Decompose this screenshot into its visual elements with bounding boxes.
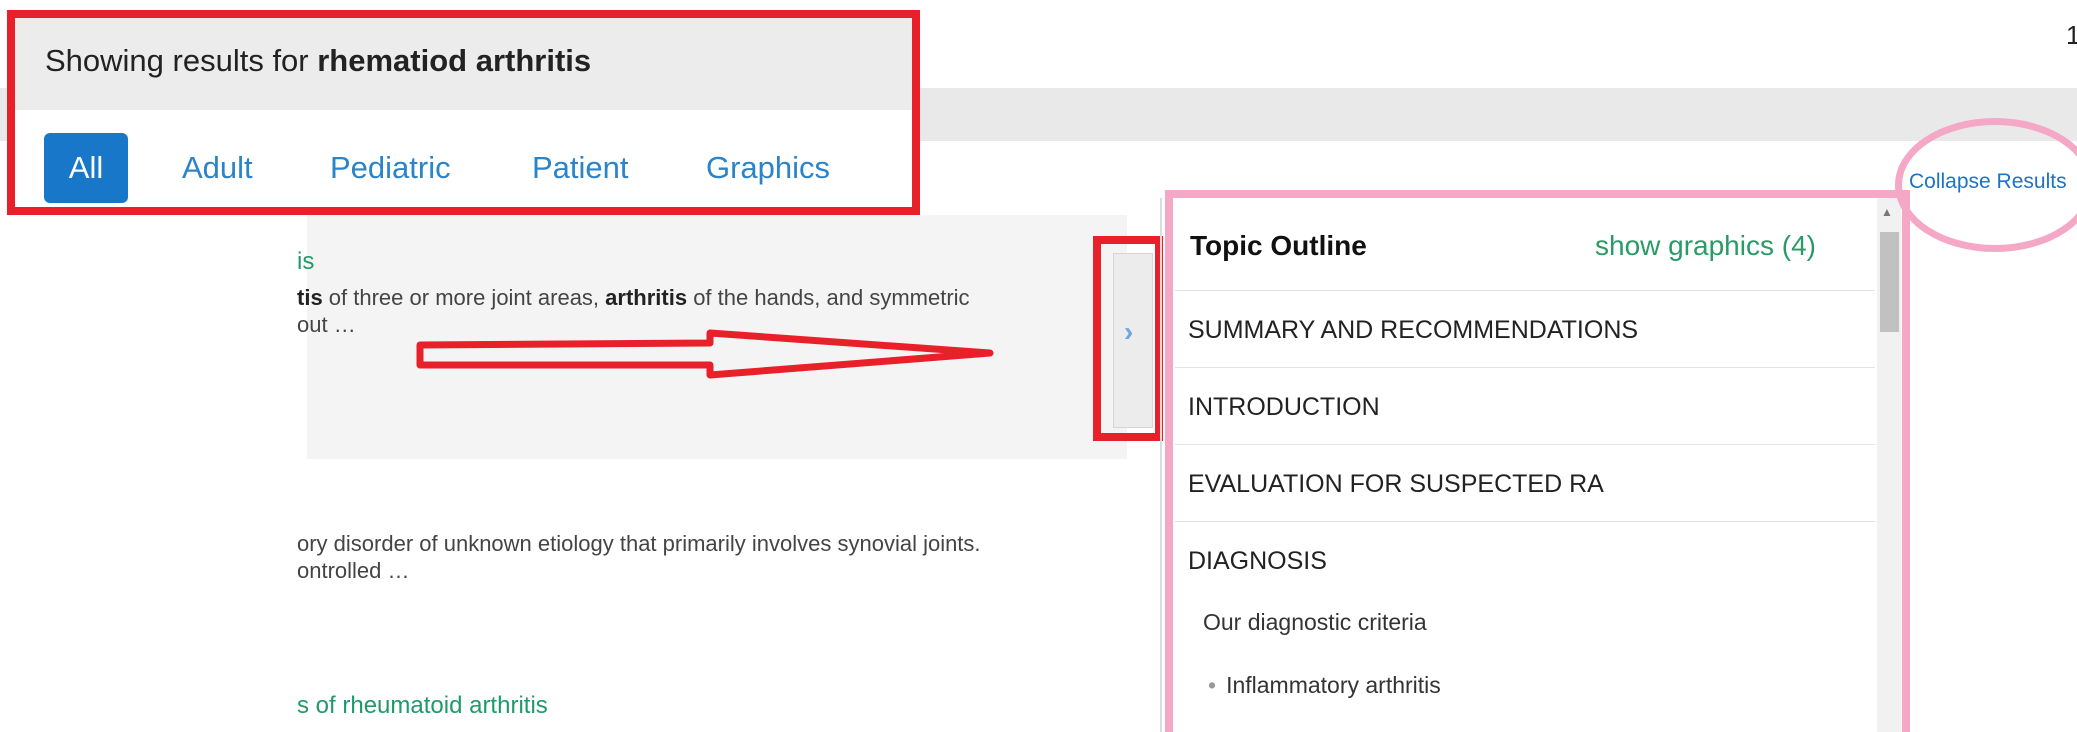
corner-mark: 1 (2066, 20, 2077, 50)
outline-item-summary[interactable]: SUMMARY AND RECOMMENDATIONS (1188, 316, 1638, 345)
outline-bullet-item[interactable]: • Inflammatory arthritis (1208, 672, 1441, 699)
tab-adult[interactable]: Adult (182, 133, 253, 203)
topic-outline-panel (1165, 190, 1910, 732)
tab-all[interactable]: All (44, 133, 128, 203)
outline-divider (1175, 367, 1875, 368)
result-snippet-line: ory disorder of unknown etiology that pr… (297, 531, 981, 556)
search-summary: Showing results for rhematiod arthritis (45, 43, 591, 79)
tab-pediatric[interactable]: Pediatric (330, 133, 451, 203)
outline-divider (1175, 444, 1875, 445)
outline-bullet-label: Inflammatory arthritis (1226, 672, 1441, 698)
outline-divider (1175, 521, 1875, 522)
scroll-up-arrow-icon[interactable]: ▲ (1881, 205, 1893, 219)
tab-patient[interactable]: Patient (532, 133, 629, 203)
search-results-header: Showing results for rhematiod arthritis … (7, 10, 920, 215)
result-snippet: tis of three or more joint areas, arthri… (297, 284, 970, 311)
outline-title: Topic Outline (1190, 230, 1367, 261)
snippet-bold: arthritis (605, 285, 688, 310)
snippet-bold: tis (297, 285, 323, 310)
result-snippet-line: ontrolled … (297, 558, 410, 583)
chevron-right-icon[interactable]: › (1124, 316, 1133, 348)
result-snippet-line: out … (297, 312, 356, 337)
scrollbar-thumb[interactable] (1880, 232, 1899, 332)
search-summary-bar: Showing results for rhematiod arthritis (15, 18, 912, 110)
page: 1 is tis of three or more joint areas, a… (0, 0, 2077, 732)
collapse-results-link[interactable]: Collapse Results (1909, 170, 2067, 194)
panel-divider (1160, 198, 1162, 732)
search-prefix: Showing results for (45, 43, 318, 78)
snippet-text: of the hands, and symmetric (687, 285, 970, 310)
outline-item-diagnosis[interactable]: DIAGNOSIS (1188, 547, 1327, 576)
outline-divider (1175, 290, 1875, 291)
outline-subitem[interactable]: Our diagnostic criteria (1203, 609, 1427, 636)
outline-item-introduction[interactable]: INTRODUCTION (1188, 393, 1380, 422)
result-title[interactable]: s of rheumatoid arthritis (297, 692, 548, 720)
annotation-arrow (416, 329, 994, 379)
snippet-text: of three or more joint areas, (322, 285, 606, 310)
result-title[interactable]: is (297, 248, 314, 276)
bullet-icon: • (1208, 672, 1217, 698)
outline-item-evaluation[interactable]: EVALUATION FOR SUSPECTED RA (1188, 470, 1604, 499)
search-query: rhematiod arthritis (317, 43, 592, 78)
show-graphics-link[interactable]: show graphics (4) (1595, 230, 1816, 262)
tab-graphics[interactable]: Graphics (706, 133, 830, 203)
